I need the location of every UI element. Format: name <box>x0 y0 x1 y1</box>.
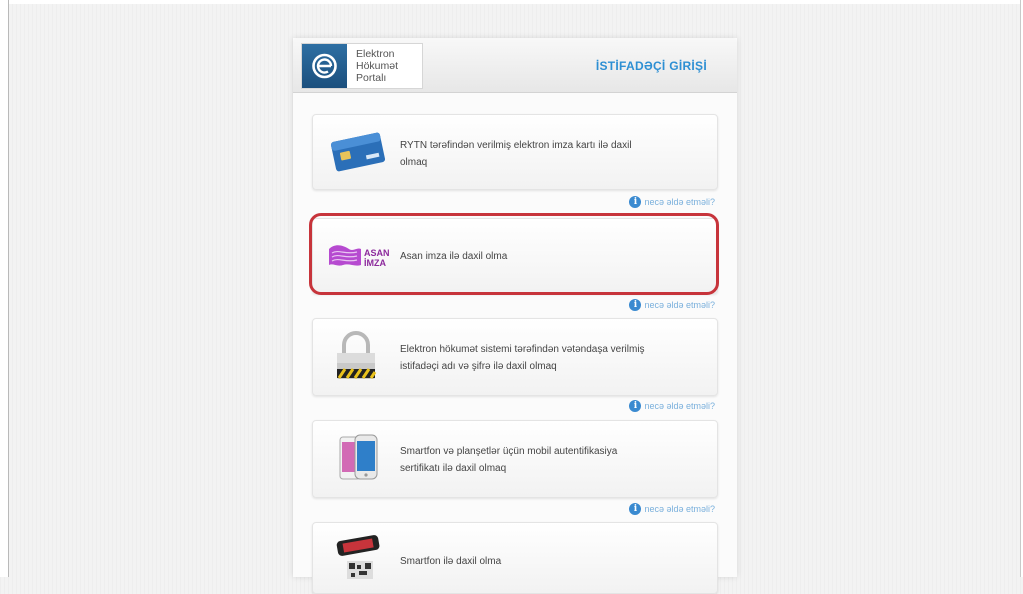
option-label: Elektron hökumət sistemi tərəfindən vətə… <box>400 344 645 372</box>
login-option-username-password[interactable]: Elektron hökumət sistemi tərəfindən vətə… <box>312 318 718 396</box>
smart-card-icon <box>327 127 389 177</box>
help-link-label: necə əldə etməli? <box>644 300 715 310</box>
qr-phone-icon <box>327 535 389 585</box>
login-option-esignature-card[interactable]: RYTN tərəfindən verilmiş elektron imza k… <box>312 114 718 190</box>
login-option-smartphone[interactable]: Smartfon ilə daxil olma <box>312 522 718 594</box>
portal-logo[interactable]: Elektron Hökumət Portalı <box>301 43 423 89</box>
portal-logo-text: Elektron Hökumət Portalı <box>356 48 422 84</box>
logo-line-3: Portalı <box>356 72 387 84</box>
help-link-asan-imza[interactable]: i necə əldə etməli? <box>629 299 715 311</box>
window-frame-left <box>0 0 9 577</box>
info-icon: i <box>629 196 642 208</box>
help-link-label: necə əldə etməli? <box>644 197 715 207</box>
selected-option-highlight <box>309 213 719 295</box>
info-icon: i <box>629 400 642 412</box>
smartphones-icon <box>327 433 389 483</box>
padlock-icon <box>327 331 389 381</box>
panel-header: Elektron Hökumət Portalı İSTİFADƏÇİ GİRİ… <box>293 38 737 93</box>
info-icon: i <box>629 299 642 311</box>
page-title: İSTİFADƏÇİ GİRİŞİ <box>595 59 707 73</box>
window-frame-top <box>0 0 1023 4</box>
option-label: Smartfon ilə daxil olma <box>400 556 502 567</box>
login-panel: Elektron Hökumət Portalı İSTİFADƏÇİ GİRİ… <box>293 38 737 594</box>
help-link-label: necə əldə etməli? <box>644 504 715 514</box>
e-gov-logo-icon <box>302 44 347 88</box>
help-link-mobile-certificate[interactable]: i necə əldə etməli? <box>629 503 715 515</box>
info-icon: i <box>629 503 642 515</box>
option-label: Smartfon və planşetlər üçün mobil autent… <box>400 446 618 474</box>
help-link-username-password[interactable]: i necə əldə etməli? <box>629 400 715 412</box>
logo-line-2: Hökumət <box>356 60 399 72</box>
help-link-label: necə əldə etməli? <box>644 401 715 411</box>
help-link-esignature-card[interactable]: i necə əldə etməli? <box>629 196 715 208</box>
login-option-mobile-certificate[interactable]: Smartfon və planşetlər üçün mobil autent… <box>312 420 718 498</box>
logo-line-1: Elektron <box>356 48 395 60</box>
option-label: RYTN tərəfindən verilmiş elektron imza k… <box>400 140 632 168</box>
